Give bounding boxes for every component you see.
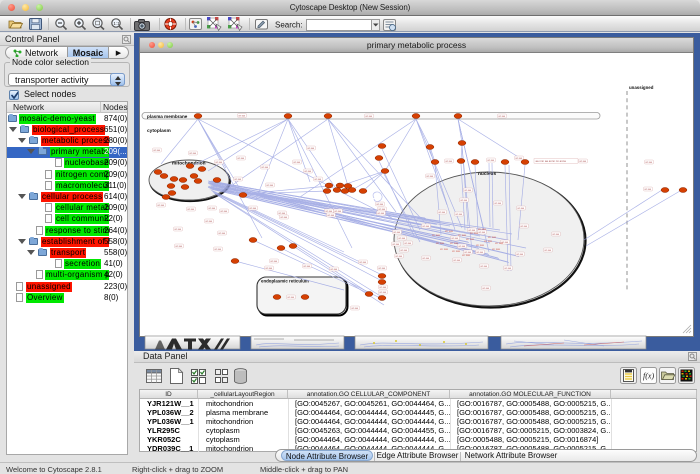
svg-text:an aa: an aa [476, 251, 483, 254]
svg-text:an aa: an aa [451, 237, 458, 240]
svg-text:an aa: an aa [515, 157, 522, 160]
svg-text:an aa: an aa [482, 287, 489, 290]
svg-text:an aa: an aa [494, 202, 501, 205]
svg-text:an aa: an aa [517, 207, 524, 210]
svg-text:an aa: an aa [400, 249, 407, 252]
svg-text:an aa: an aa [458, 245, 465, 248]
svg-text:an aa: an aa [287, 296, 294, 299]
svg-text:xn xax: xn xax [484, 239, 493, 243]
svg-text:an aa: an aa [480, 265, 487, 268]
svg-text:an aa: an aa [516, 253, 523, 256]
svg-text:an aa: an aa [218, 232, 225, 235]
svg-text:xn xax: xn xax [470, 231, 479, 235]
svg-text:an aa: an aa [307, 147, 314, 150]
svg-text:an aa: an aa [303, 265, 310, 268]
svg-text:an aa: an aa [552, 233, 559, 236]
svg-text:an aa: an aa [378, 208, 385, 211]
svg-text:an aa: an aa [464, 189, 471, 192]
svg-text:an aa: an aa [453, 259, 460, 262]
svg-text:plasma membrane: plasma membrane [147, 114, 188, 119]
svg-text:an aa: an aa [398, 237, 405, 240]
svg-text:xn xax: xn xax [436, 241, 445, 245]
svg-text:an aa: an aa [378, 267, 385, 270]
svg-text:an aa: an aa [520, 225, 527, 228]
svg-text:an aa: an aa [330, 268, 337, 271]
svg-text:an aa: an aa [189, 152, 196, 155]
svg-text:an aa: an aa [265, 267, 272, 270]
svg-text:xn xax: xn xax [478, 227, 487, 231]
svg-text:xn xax: xn xax [450, 241, 459, 245]
svg-text:an aa: an aa [280, 216, 287, 219]
svg-text:xn xax: xn xax [452, 249, 461, 253]
svg-text:an aa: an aa [153, 149, 160, 152]
svg-text:an aa: an aa [379, 286, 386, 289]
svg-text:an aa: an aa [327, 214, 334, 217]
svg-text:an aa: an aa [579, 160, 586, 163]
svg-text:xn xax: xn xax [440, 247, 449, 251]
svg-text:xn xax: xn xax [432, 233, 441, 237]
svg-text:an aa: an aa [379, 291, 386, 294]
svg-text:an aa: an aa [187, 208, 194, 211]
svg-text:an aa: an aa [460, 199, 467, 202]
svg-text:an aa: an aa [174, 228, 181, 231]
svg-text:an aa: an aa [544, 249, 551, 252]
svg-text:xn xax: xn xax [445, 229, 454, 233]
svg-text:an aa: an aa [404, 242, 411, 245]
svg-text:an aa: an aa [376, 203, 383, 206]
svg-text:an aa: an aa [645, 161, 652, 164]
svg-text:an aa: an aa [157, 204, 164, 207]
svg-text:xn xax: xn xax [495, 241, 504, 245]
svg-text:an aa: an aa [426, 175, 433, 178]
svg-text:an aa: an aa [498, 115, 505, 118]
svg-text:an aa: an aa [214, 248, 221, 251]
svg-text:an aa: an aa [234, 178, 241, 181]
svg-text:an aa: an aa [455, 213, 462, 216]
svg-text:an aa: an aa [266, 184, 273, 187]
svg-text:an aa: an aa [644, 188, 651, 191]
svg-text:an aa: an aa [365, 115, 372, 118]
svg-text:xn xax: xn xax [476, 243, 485, 247]
svg-text:an aa: an aa [237, 157, 244, 160]
svg-text:an aa: an aa [351, 307, 358, 310]
svg-text:an aa: an aa [422, 257, 429, 260]
svg-text:an aa: an aa [445, 160, 452, 163]
svg-text:an aa: an aa [175, 245, 182, 248]
svg-text:an aa: an aa [478, 231, 485, 234]
svg-text:an aa: an aa [325, 210, 332, 213]
svg-text:nucleus: nucleus [478, 171, 496, 177]
svg-text:1:1: 1:1 [113, 21, 120, 26]
svg-text:an aa: an aa [438, 211, 445, 214]
svg-text:xn xax: xn xax [458, 233, 467, 237]
svg-text:an aa: an aa [220, 210, 227, 213]
svg-text:an aa: an aa [208, 207, 215, 210]
svg-text:an aa: an aa [392, 243, 399, 246]
svg-text:an aa: an aa [504, 267, 511, 270]
svg-text:unassigned: unassigned [629, 85, 654, 90]
svg-text:an aa: an aa [249, 207, 256, 210]
svg-text:an aa: an aa [293, 161, 300, 164]
svg-text:an aa: an aa [487, 159, 494, 162]
svg-text:an aa: an aa [359, 261, 366, 264]
svg-text:an aa: an aa [422, 225, 429, 228]
svg-text:cytoplasm: cytoplasm [147, 128, 171, 134]
svg-text:an aa: an aa [395, 255, 402, 258]
svg-text:xn xax: xn xax [492, 247, 501, 251]
svg-text:xn xax: xn xax [462, 253, 471, 257]
svg-text:endoplasmic reticulum: endoplasmic reticulum [261, 279, 309, 284]
svg-text:an aa: an aa [270, 260, 277, 263]
svg-text:an aa: an aa [304, 170, 311, 173]
svg-text:an aa: an aa [261, 166, 268, 169]
svg-text:an aa: an aa [334, 210, 341, 213]
svg-text:an aa: an aa [393, 231, 400, 234]
svg-text:an aa: an aa [238, 115, 245, 118]
svg-text:aa nnn aa annn nn anna: aa nnn aa annn nn anna [536, 159, 567, 163]
svg-text:f(x): f(x) [643, 372, 654, 381]
svg-text:an aa: an aa [278, 212, 285, 215]
svg-text:an aa: an aa [205, 220, 212, 223]
svg-text:an aa: an aa [314, 178, 321, 181]
svg-text:an aa: an aa [377, 212, 384, 215]
svg-text:an aa: an aa [215, 161, 222, 164]
svg-text:Search:: Search: [275, 21, 303, 30]
svg-text:xn xax: xn xax [466, 237, 475, 241]
